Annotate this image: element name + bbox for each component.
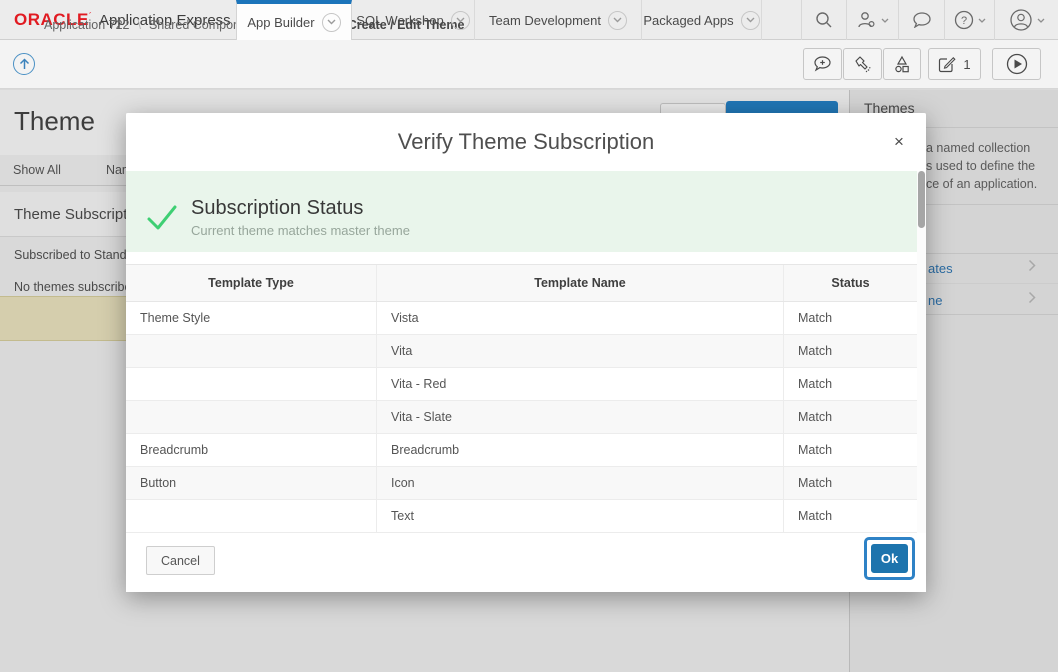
table-row: Button Icon Match	[126, 467, 917, 500]
panel-link-theme[interactable]: ne	[928, 293, 942, 308]
column-header: Status	[784, 265, 917, 301]
no-themes-subscribed-text: No themes subscribe	[14, 280, 131, 294]
table-row: Vita - Red Match	[126, 368, 917, 401]
comment-plus-icon	[813, 56, 832, 72]
subscription-status-text: Subscribed to Standa	[14, 248, 134, 262]
tab-packaged-apps[interactable]: Packaged Apps	[642, 0, 762, 40]
status-cell: Match	[784, 335, 917, 367]
up-level-button[interactable]	[13, 53, 35, 75]
panel-link-templates[interactable]: ates	[928, 261, 953, 276]
subscription-status-banner: Subscription Status Current theme matche…	[126, 171, 917, 252]
tab-sql-workshop[interactable]: SQL Workshop	[352, 0, 475, 40]
chevron-down-icon	[881, 18, 889, 23]
ok-button-focus-ring: Ok	[864, 537, 915, 580]
shapes-icon	[893, 55, 911, 74]
tab-show-all[interactable]: Show All	[13, 163, 61, 177]
arrow-up-icon	[19, 58, 30, 70]
cancel-button[interactable]: Cancel	[146, 546, 215, 575]
dialog-title: Verify Theme Subscription	[126, 113, 926, 171]
help-icon: ?	[954, 10, 974, 30]
table-row: Breadcrumb Breadcrumb Match	[126, 434, 917, 467]
theme-roller-button[interactable]	[843, 48, 882, 80]
play-icon	[1006, 53, 1028, 75]
side-panel-description: a named collection s used to define the …	[926, 139, 1037, 193]
shared-components-button[interactable]	[883, 48, 921, 80]
template-verification-table: Template Type Template Name Status Theme…	[126, 264, 917, 533]
admin-user-icon	[857, 11, 877, 29]
breadcrumb-separator: \	[137, 18, 140, 32]
chevron-down-icon	[1037, 18, 1045, 23]
breadcrumb-item[interactable]: Application 722	[44, 18, 129, 32]
dialog-footer: Cancel Ok	[126, 533, 926, 592]
search-icon	[815, 11, 833, 29]
chevron-down-icon	[451, 11, 470, 30]
status-cell: Match	[784, 368, 917, 400]
table-row: Text Match	[126, 500, 917, 533]
chevron-down-icon	[978, 18, 986, 23]
edit-pencil-icon	[938, 55, 956, 73]
status-cell: Match	[784, 434, 917, 466]
svg-text:?: ?	[960, 15, 966, 27]
apex-window: ORACLE´ Application Express App Builder …	[0, 0, 1058, 672]
account-menu-button[interactable]	[994, 0, 1058, 40]
search-button[interactable]	[801, 0, 846, 40]
close-icon[interactable]: ×	[886, 129, 912, 155]
ok-button[interactable]: Ok	[871, 544, 908, 573]
tab-app-builder[interactable]: App Builder	[236, 0, 352, 40]
edit-page-button[interactable]: 1	[928, 48, 981, 80]
dialog-scrollbar[interactable]	[917, 171, 926, 533]
status-cell: Match	[784, 467, 917, 499]
page-title: Theme	[14, 106, 95, 137]
run-application-button[interactable]	[992, 48, 1041, 80]
chevron-down-icon	[608, 11, 627, 30]
nav-utility-icons: ?	[801, 0, 1058, 40]
success-check-icon	[146, 204, 178, 232]
status-cell: Match	[784, 401, 917, 433]
chevron-right-icon	[1028, 259, 1036, 272]
scrollbar-thumb[interactable]	[918, 171, 925, 228]
administration-menu-button[interactable]	[846, 0, 898, 40]
edit-page-number: 1	[963, 57, 970, 72]
column-header: Template Type	[126, 265, 377, 301]
status-heading: Subscription Status	[191, 197, 363, 220]
table-row: Theme Style Vista Match	[126, 302, 917, 335]
status-cell: Match	[784, 302, 917, 334]
chevron-down-icon	[322, 13, 341, 32]
nav-tabs: App Builder SQL Workshop Team Developmen…	[236, 0, 762, 40]
chevron-right-icon	[1028, 291, 1036, 304]
help-menu-button[interactable]: ?	[944, 0, 994, 40]
user-avatar-icon	[1009, 8, 1033, 32]
table-header-row: Template Type Template Name Status	[126, 264, 917, 302]
column-header: Template Name	[377, 265, 784, 301]
verify-theme-subscription-dialog: Verify Theme Subscription × Subscription…	[126, 113, 926, 592]
chat-bubble-icon	[912, 12, 932, 28]
tab-team-development[interactable]: Team Development	[475, 0, 642, 40]
chevron-down-icon	[741, 11, 760, 30]
feedback-button[interactable]	[803, 48, 842, 80]
status-cell: Match	[784, 500, 917, 532]
flashlight-icon	[854, 55, 872, 73]
feedback-menu-button[interactable]	[898, 0, 944, 40]
status-subtext: Current theme matches master theme	[191, 223, 410, 238]
table-row: Vita Match	[126, 335, 917, 368]
table-row: Vita - Slate Match	[126, 401, 917, 434]
